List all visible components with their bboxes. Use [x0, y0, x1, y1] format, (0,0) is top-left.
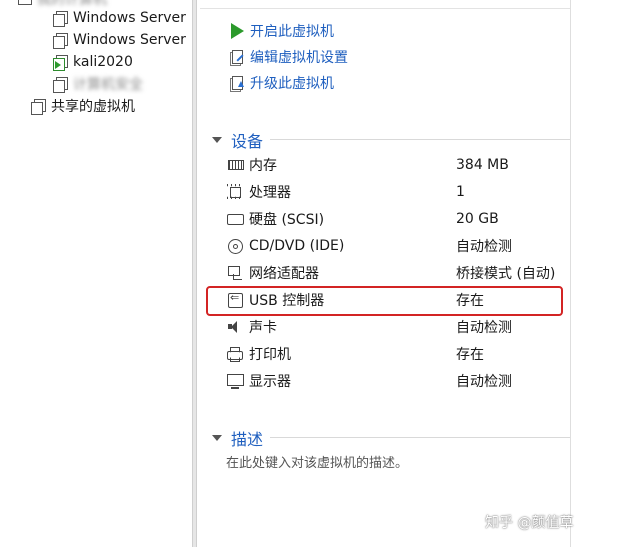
shared-vms-icon	[30, 98, 46, 115]
tree-item-label: 计算机安全	[73, 77, 143, 93]
device-row-printer[interactable]: 打印机 存在	[227, 343, 557, 365]
description-section-header[interactable]: 描述	[212, 426, 570, 450]
tree-item-label: Windows Server	[73, 32, 186, 48]
virtual-machine-icon	[52, 32, 68, 49]
monitor-icon	[227, 373, 245, 389]
tree-item-vm-1[interactable]: Windows Server	[52, 7, 186, 29]
device-value: 自动检测	[456, 374, 512, 390]
device-name: 处理器	[249, 185, 291, 201]
hard-disk-icon	[227, 211, 245, 227]
edit-settings-label: 编辑虚拟机设置	[250, 50, 348, 66]
section-divider	[270, 139, 570, 140]
running-vm-icon	[52, 54, 68, 71]
tree-item-label: kali2020	[73, 54, 133, 70]
usb-highlight-box	[206, 286, 563, 316]
description-field[interactable]: 在此处键入对该虚拟机的描述。	[226, 452, 408, 471]
play-icon	[229, 23, 245, 39]
edit-vm-settings-link[interactable]: 编辑虚拟机设置	[229, 46, 348, 68]
network-adapter-icon	[227, 265, 245, 281]
device-name: 内存	[249, 158, 277, 174]
device-value: 自动检测	[456, 320, 512, 336]
device-row-processor[interactable]: 处理器 1	[227, 181, 557, 203]
device-name: 打印机	[249, 347, 291, 363]
computer-icon	[18, 0, 32, 5]
section-divider	[270, 437, 570, 438]
upgrade-label: 升级此虚拟机	[250, 76, 334, 92]
device-value: 桥接模式 (自动)	[456, 266, 556, 282]
virtual-machine-icon	[52, 10, 68, 27]
device-name: 网络适配器	[249, 266, 319, 282]
memory-icon	[227, 157, 245, 173]
device-name: 硬盘 (SCSI)	[249, 212, 325, 228]
device-row-hard-disk[interactable]: 硬盘 (SCSI) 20 GB	[227, 208, 557, 230]
edit-settings-icon	[229, 49, 245, 66]
upgrade-vm-link[interactable]: 升级此虚拟机	[229, 72, 334, 94]
device-value: 自动检测	[456, 239, 512, 255]
section-title: 描述	[231, 430, 264, 449]
tree-item-vm-2[interactable]: Windows Server	[52, 29, 186, 51]
device-row-network-adapter[interactable]: 网络适配器 桥接模式 (自动)	[227, 262, 557, 284]
virtual-machine-icon	[52, 76, 68, 93]
section-divider	[200, 8, 570, 9]
device-row-memory[interactable]: 内存 384 MB	[227, 154, 557, 176]
tree-item-label: 共享的虚拟机	[51, 99, 135, 115]
collapse-triangle-icon	[212, 137, 222, 143]
tree-item-label: Windows Server	[73, 10, 186, 26]
section-title: 设备	[231, 132, 264, 151]
tree-item-vm-4[interactable]: 计算机安全	[52, 73, 143, 95]
device-row-sound-card[interactable]: 声卡 自动检测	[227, 316, 557, 338]
cd-dvd-icon	[227, 238, 245, 254]
device-value: 384 MB	[456, 157, 509, 173]
power-on-vm-link[interactable]: 开启此虚拟机	[229, 20, 334, 42]
upgrade-icon	[229, 75, 245, 92]
device-value: 存在	[456, 347, 484, 363]
device-name: 声卡	[249, 320, 277, 336]
device-row-display[interactable]: 显示器 自动检测	[227, 370, 557, 392]
device-row-cd-dvd[interactable]: CD/DVD (IDE) 自动检测	[227, 235, 557, 257]
devices-section-header[interactable]: 设备	[212, 128, 570, 152]
vm-library-tree: 我的计算机 Windows Server Windows Server kali…	[0, 0, 192, 547]
watermark: 知乎 @颜值草	[485, 515, 574, 531]
tree-item-shared-vms[interactable]: 共享的虚拟机	[30, 95, 135, 117]
device-name: 显示器	[249, 374, 291, 390]
speaker-icon	[227, 319, 245, 335]
cpu-icon	[227, 184, 245, 200]
device-value: 1	[456, 184, 465, 200]
pane-divider	[570, 0, 571, 547]
collapse-triangle-icon	[212, 435, 222, 441]
tree-item-vm-kali[interactable]: kali2020	[52, 51, 133, 73]
printer-icon	[227, 346, 245, 362]
power-on-label: 开启此虚拟机	[250, 24, 334, 40]
device-name: CD/DVD (IDE)	[249, 238, 345, 254]
device-value: 20 GB	[456, 211, 499, 227]
